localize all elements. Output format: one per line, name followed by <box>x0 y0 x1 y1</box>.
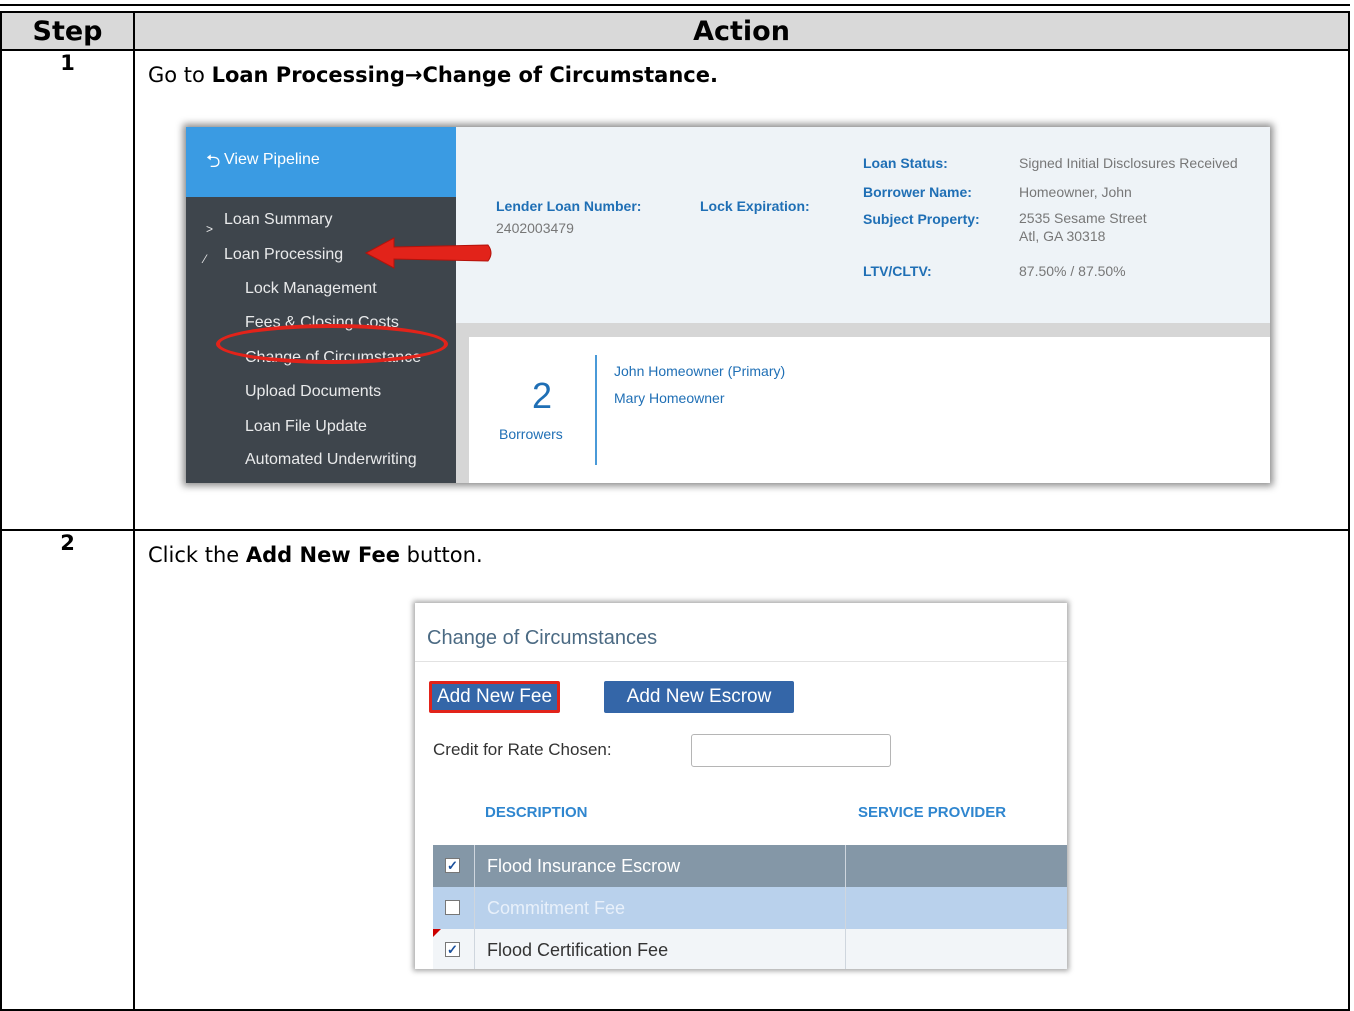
view-pipeline-button[interactable]: ⮌ View Pipeline <box>186 127 456 197</box>
add-new-fee-button[interactable]: Add New Fee <box>429 681 560 713</box>
borrower-link[interactable]: Mary Homeowner <box>614 390 724 406</box>
sidebar-item-upload-documents[interactable]: Upload Documents <box>245 383 381 401</box>
borrower-name-label: Borrower Name: <box>863 184 972 200</box>
action-cell: Go to Loan Processing→Change of Circumst… <box>133 49 1350 531</box>
column-header-description: DESCRIPTION <box>485 804 588 821</box>
step-column-header: Step <box>0 11 135 51</box>
table-row[interactable]: ✓ Flood Insurance Escrow <box>433 845 1067 887</box>
table-row[interactable]: ✓ Flood Certification Fee <box>433 929 1067 969</box>
return-arrow-icon: ⮌ <box>206 151 221 171</box>
borrower-name-value: Homeowner, John <box>1019 184 1132 200</box>
top-rule <box>0 4 1350 6</box>
highlight-oval <box>216 324 448 364</box>
sidebar-item-loan-summary[interactable]: Loan Summary <box>224 211 333 229</box>
ltv-value: 87.50% / 87.50% <box>1019 263 1126 279</box>
action-column-header: Action <box>133 11 1350 51</box>
borrower-link[interactable]: John Homeowner (Primary) <box>614 363 785 379</box>
credit-for-rate-label: Credit for Rate Chosen: <box>433 740 612 759</box>
table-row: 2 Click the Add New Fee button. Change o… <box>0 529 1350 1011</box>
borrowers-label: Borrowers <box>499 426 563 442</box>
fee-name: Flood Certification Fee <box>487 940 669 960</box>
chevron-down-icon: ⁄ <box>204 252 207 266</box>
loan-processing-screenshot: ⮌ View Pipeline > Loan Summary ⁄ Loan Pr… <box>186 127 1270 483</box>
fee-name: Flood Insurance Escrow <box>487 856 681 876</box>
table-row: 1 Go to Loan Processing→Change of Circum… <box>0 49 1350 531</box>
divider <box>595 355 597 465</box>
divider <box>415 661 1067 662</box>
page-title: Change of Circumstances <box>427 627 658 649</box>
borrowers-panel <box>469 337 1270 483</box>
loan-status-label: Loan Status: <box>863 155 948 171</box>
step-number: 1 <box>0 49 135 531</box>
action-cell: Click the Add New Fee button. Change of … <box>133 529 1350 1011</box>
column-header-service-provider: SERVICE PROVIDER <box>858 804 1007 821</box>
sidebar-item-automated-underwriting[interactable]: Automated Underwriting <box>245 451 417 469</box>
change-of-circumstances-screenshot: Change of Circumstances Add New Fee Add … <box>415 603 1067 969</box>
borrower-count: 2 <box>532 375 553 416</box>
table-header-row: Step Action <box>0 11 1350 51</box>
checkbox[interactable] <box>445 900 460 915</box>
subject-property-line2: Atl, GA 30318 <box>1019 228 1106 244</box>
red-arrow-icon <box>364 237 492 269</box>
instruction-table: Step Action 1 Go to Loan Processing→Chan… <box>0 11 1350 1011</box>
step-number: 2 <box>0 529 135 1011</box>
subject-property-label: Subject Property: <box>863 211 980 227</box>
sidebar-item-loan-file-update[interactable]: Loan File Update <box>245 418 367 436</box>
checkbox[interactable]: ✓ <box>445 858 460 873</box>
sidebar-item-lock-management[interactable]: Lock Management <box>245 280 377 298</box>
lock-expiration-label: Lock Expiration: <box>700 198 810 214</box>
fee-name: Commitment Fee <box>487 898 626 918</box>
add-new-escrow-button[interactable]: Add New Escrow <box>604 681 794 713</box>
credit-for-rate-input[interactable] <box>691 734 891 767</box>
instruction-text: Go to Loan Processing→Change of Circumst… <box>148 63 718 87</box>
subject-property-line1: 2535 Sesame Street <box>1019 210 1147 226</box>
ltv-label: LTV/CLTV: <box>863 263 932 279</box>
lender-loan-number-label: Lender Loan Number: <box>496 198 642 214</box>
checkbox[interactable]: ✓ <box>445 942 460 957</box>
loan-status-value: Signed Initial Disclosures Received <box>1019 155 1238 171</box>
sidebar-item-loan-processing[interactable]: Loan Processing <box>224 246 343 264</box>
instruction-text: Click the Add New Fee button. <box>148 543 483 567</box>
chevron-right-icon: > <box>206 222 214 236</box>
table-row[interactable]: Commitment Fee <box>433 887 1067 929</box>
lender-loan-number-value: 2402003479 <box>496 220 574 236</box>
